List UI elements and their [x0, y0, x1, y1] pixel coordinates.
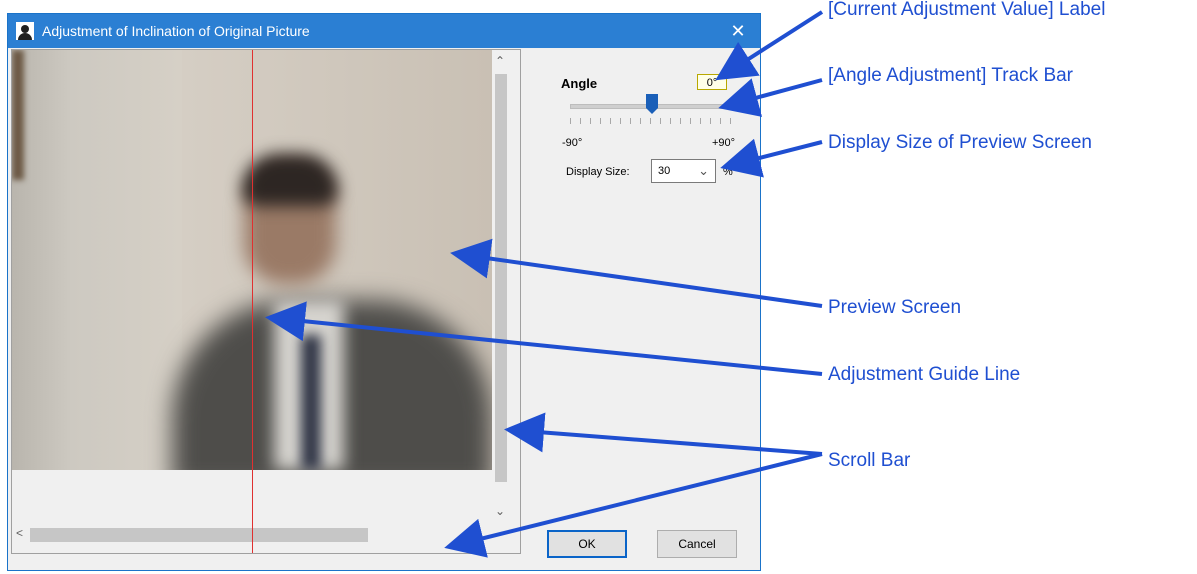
close-icon[interactable]: ✕ — [716, 14, 760, 48]
angle-track-bar[interactable] — [570, 92, 742, 132]
title-bar: Adjustment of Inclination of Original Pi… — [8, 14, 760, 48]
callout-current-value: [Current Adjustment Value] Label — [828, 0, 1106, 20]
cancel-button[interactable]: Cancel — [657, 530, 737, 558]
display-size-select[interactable]: 30 ⌄ — [651, 159, 716, 183]
slider-min-label: -90° — [562, 137, 583, 149]
vertical-scrollbar[interactable]: ⌃ ⌄ — [492, 50, 510, 524]
chevron-down-icon[interactable]: ⌄ — [698, 163, 709, 179]
callout-display-size: Display Size of Preview Screen — [828, 132, 1092, 153]
wall-left — [12, 50, 182, 470]
display-size-label: Display Size: — [566, 166, 630, 178]
current-adjustment-value-label: 0° — [697, 74, 727, 90]
slider-max-label: +90° — [712, 137, 736, 149]
person-hair — [242, 154, 338, 206]
track-ticks — [570, 118, 740, 124]
scroll-down-icon[interactable]: ⌄ — [495, 504, 505, 518]
person-icon — [16, 22, 34, 40]
scroll-up-icon[interactable]: ⌃ — [495, 54, 505, 68]
horizontal-scroll-thumb[interactable] — [30, 528, 368, 542]
callout-preview-screen: Preview Screen — [828, 297, 962, 318]
person-icon-head — [21, 25, 29, 33]
callout-scroll-bar: Scroll Bar — [828, 450, 911, 471]
callout-guide-line: Adjustment Guide Line — [828, 364, 1021, 385]
vertical-scroll-thumb[interactable] — [495, 74, 507, 482]
display-size-value: 30 — [658, 165, 671, 177]
door-edge — [12, 50, 24, 180]
percent-label: % — [723, 166, 733, 178]
track-thumb[interactable] — [646, 94, 658, 114]
callout-track-bar: [Angle Adjustment] Track Bar — [828, 65, 1074, 86]
person-icon-bust — [18, 33, 32, 40]
adjustment-guide-line[interactable] — [252, 50, 253, 553]
scroll-left-icon[interactable]: < — [16, 526, 23, 540]
ok-button[interactable]: OK — [547, 530, 627, 558]
person-tie — [301, 335, 321, 470]
scroll-right-icon[interactable]: > — [470, 526, 477, 540]
angle-label: Angle — [561, 76, 598, 91]
dialog-title: Adjustment of Inclination of Original Pi… — [42, 23, 310, 39]
preview-screen[interactable]: ⌃ ⌄ < > — [11, 49, 521, 554]
